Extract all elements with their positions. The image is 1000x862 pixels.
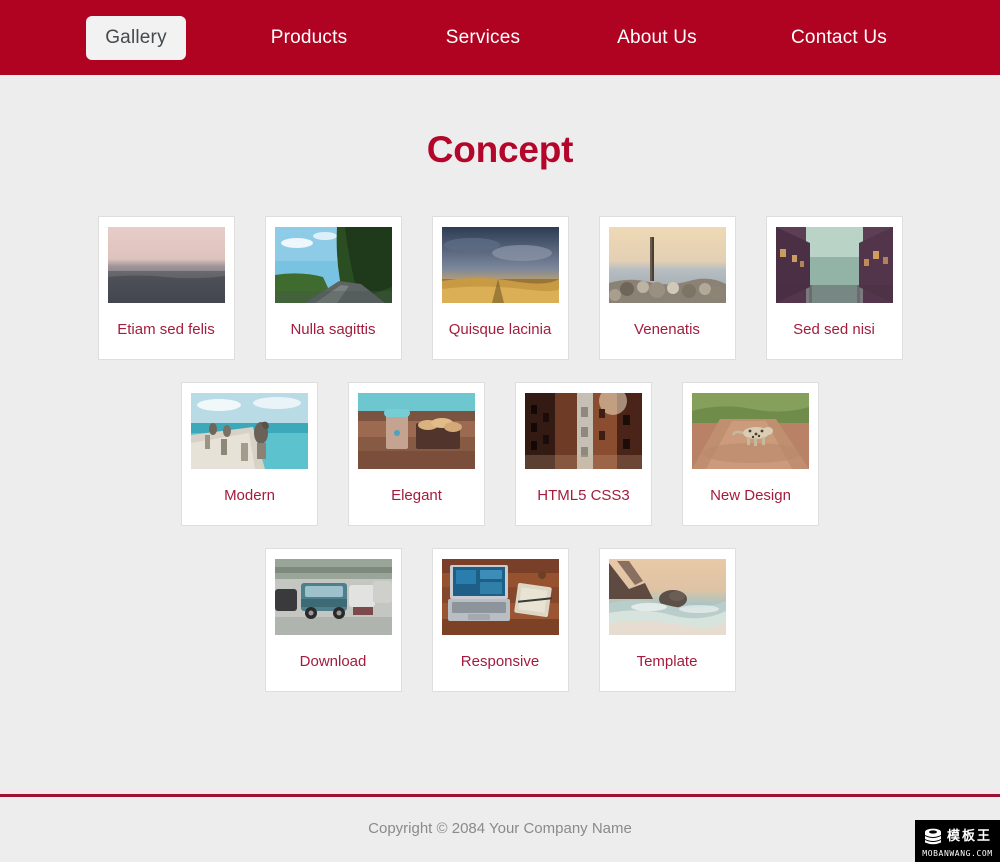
thumbnail-laptop-desk-notebook (441, 559, 559, 635)
nav-item-products[interactable]: Products (255, 27, 363, 49)
gallery-card[interactable]: HTML5 CSS3 (515, 382, 652, 526)
gallery-card-label: New Design (710, 487, 791, 504)
gallery-card-label: Venenatis (634, 321, 700, 338)
thumbnail-coffee-cup-pastries (358, 393, 475, 469)
nav-item-contact-us[interactable]: Contact Us (781, 27, 897, 49)
gallery-card-label: Sed sed nisi (793, 321, 875, 338)
gallery-card[interactable]: Responsive (431, 548, 569, 692)
gallery-card-label: Responsive (460, 653, 540, 670)
gallery-card[interactable]: Venenatis (598, 216, 736, 360)
thumbnail-canal-city-purple (775, 227, 893, 303)
gallery-card-label: Nulla sagittis (290, 321, 376, 338)
gallery-card[interactable]: Quisque lacinia (431, 216, 569, 360)
watermark-chinese-text: 模板王 (946, 829, 992, 844)
gallery-card-label: Etiam sed felis (117, 321, 215, 338)
thumbnail-rocky-beach-waves (608, 559, 726, 635)
watermark-url-text: MOBANWANG.COM (922, 848, 993, 858)
gallery-card[interactable]: Template (598, 548, 736, 692)
gallery-card-label: Modern (224, 487, 275, 504)
page-title: Concept (426, 129, 574, 170)
thumbnail-rusty-building-facade (525, 393, 642, 469)
main-navigation: Gallery Products Services About Us Conta… (0, 0, 1000, 75)
gallery-card[interactable]: Sed sed nisi (765, 216, 903, 360)
footer-divider (0, 790, 1000, 797)
gallery-row: Download Responsive Template (0, 548, 1000, 692)
gallery-card-label: HTML5 CSS3 (537, 487, 630, 504)
gallery-card-label: Download (299, 653, 367, 670)
nav-item-about-us[interactable]: About Us (603, 27, 711, 49)
thumbnail-seascape-pink-horizon (107, 227, 225, 303)
gallery-card-label: Elegant (391, 487, 442, 504)
gallery-card[interactable]: Etiam sed felis (97, 216, 235, 360)
gallery-grid: Etiam sed felis Nulla sagittis Quisque l… (0, 216, 1000, 692)
thumbnail-golden-field-dusk (441, 227, 559, 303)
gallery-card[interactable]: Elegant (348, 382, 485, 526)
footer-divider-line (0, 794, 1000, 797)
nav-item-services[interactable]: Services (433, 27, 533, 49)
copyright-text: Copyright © 2084 Your Company Name (368, 820, 632, 837)
thumbnail-coastal-cliff-road (274, 227, 392, 303)
thumbnail-leopard-dirt-road (692, 393, 809, 469)
gallery-card[interactable]: Nulla sagittis (264, 216, 402, 360)
gallery-row: Modern Elegant HTML5 CSS3 New Design (0, 382, 1000, 526)
thumbnail-wooden-post-rocks-sea (608, 227, 726, 303)
gallery-card-label: Quisque lacinia (448, 321, 552, 338)
thumbnail-pelicans-on-pier (191, 393, 308, 469)
thumbnail-vintage-van-street (274, 559, 392, 635)
gallery-row: Etiam sed felis Nulla sagittis Quisque l… (0, 216, 1000, 360)
gallery-card[interactable]: Download (264, 548, 402, 692)
stacked-books-icon (924, 828, 941, 845)
gallery-card-label: Template (636, 653, 698, 670)
watermark-badge: 模板王 MOBANWANG.COM (915, 820, 1000, 862)
nav-item-gallery[interactable]: Gallery (86, 15, 186, 60)
watermark-top-row: 模板王 (923, 825, 992, 849)
gallery-card[interactable]: New Design (682, 382, 819, 526)
gallery-card[interactable]: Modern (181, 382, 318, 526)
